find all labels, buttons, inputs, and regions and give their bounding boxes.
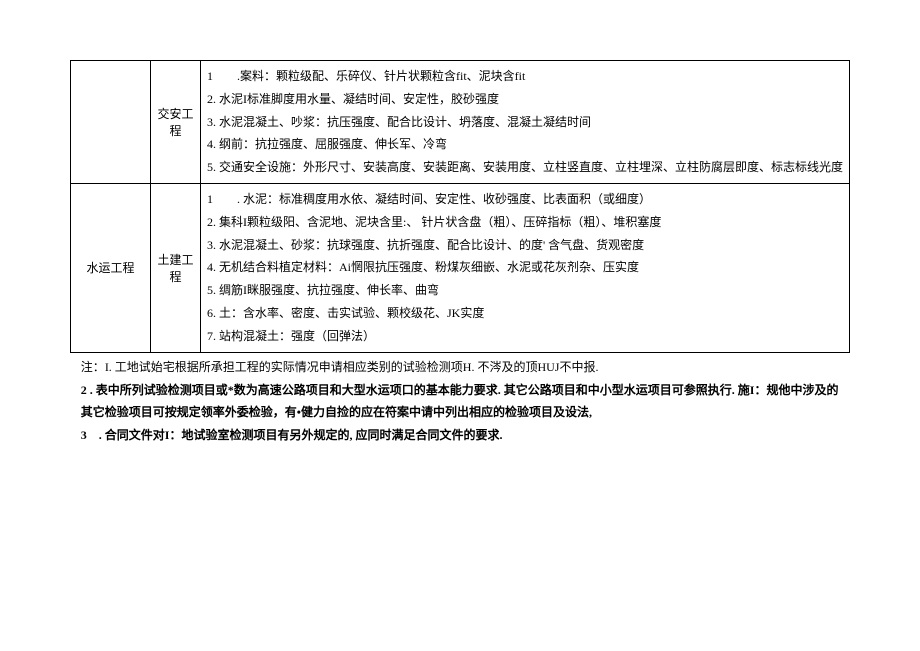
item-line: 1 .案料：颗粒级配、乐碎仪、针片状颗粒含fit、泥块含fit [207, 65, 843, 88]
item-line: 5. 交通安全设施：外形尺寸、安装高度、安装距离、安装用度、立柱竖直度、立柱埋深… [207, 156, 843, 179]
cell-text: 水运工程 [71, 255, 150, 280]
item-line: 7. 站构混凝土：强度（回弹法） [207, 325, 843, 348]
item-line: 3. 水泥混凝土、吵浆：抗压强度、配合比设计、坍落度、混凝土凝结时间 [207, 111, 843, 134]
cell-text: 交安工程 [151, 101, 200, 143]
cell-text [71, 118, 150, 126]
note-text: 3 . 合同文件对I：地试验室检测项目有另外规定的, 应同时满足合同文件的要求. [81, 428, 503, 442]
table-row: 水运工程 土建工程 1 . 水泥：标准稠度用水依、凝结时间、安定性、收砂强度、比… [71, 183, 850, 352]
cell-text: 土建工程 [151, 247, 200, 289]
note-text: 2 . 表中所列试验检测项目或*数为高速公路项目和大型水运项口的基本能力要求. … [81, 383, 839, 419]
document-page: 交安工程 1 .案料：颗粒级配、乐碎仪、针片状颗粒含fit、泥块含fit 2. … [0, 0, 920, 447]
note-3: 3 . 合同文件对I：地试验室检测项目有另外规定的, 应同时满足合同文件的要求. [70, 425, 850, 447]
item-line: 2. 集科I颗粒级阳、含泥地、泥块含里:、 针片状含盘（粗）、压碎指标（粗）、堆… [207, 211, 843, 234]
cell-subcategory-1: 交安工程 [151, 61, 201, 184]
cell-category-1 [71, 61, 151, 184]
item-line: 4. 无机结合料植定材料：Ai惘限抗压强度、粉煤灰细嵌、水泥或花灰剂杂、压实度 [207, 256, 843, 279]
note-1: 注：I. 工地试始宅根据所承担工程的实际情况申请相应类别的试验检测项H. 不涔及… [70, 357, 850, 379]
cell-subcategory-2: 土建工程 [151, 183, 201, 352]
cell-items-1: 1 .案料：颗粒级配、乐碎仪、针片状颗粒含fit、泥块含fit 2. 水泥I标准… [201, 61, 850, 184]
cell-category-2: 水运工程 [71, 183, 151, 352]
notes-block: 注：I. 工地试始宅根据所承担工程的实际情况申请相应类别的试验检测项H. 不涔及… [70, 357, 850, 447]
note-prefix: 注： [81, 360, 105, 374]
item-line: 1 . 水泥：标准稠度用水依、凝结时间、安定性、收砂强度、比表面积（或细度） [207, 188, 843, 211]
note-2: 2 . 表中所列试验检测项目或*数为高速公路项目和大型水运项口的基本能力要求. … [70, 380, 850, 423]
note-text: I. 工地试始宅根据所承担工程的实际情况申请相应类别的试验检测项H. 不涔及的顶… [105, 360, 599, 374]
item-line: 4. 纲前：抗拉强度、屈服强度、伸长军、冷弯 [207, 133, 843, 156]
cell-items-2: 1 . 水泥：标准稠度用水依、凝结时间、安定性、收砂强度、比表面积（或细度） 2… [201, 183, 850, 352]
requirements-table: 交安工程 1 .案料：颗粒级配、乐碎仪、针片状颗粒含fit、泥块含fit 2. … [70, 60, 850, 353]
item-line: 3. 水泥混凝土、砂浆：抗球强度、抗折强度、配合比设计、的度' 含气盘、货观密度 [207, 234, 843, 257]
item-line: 5. 绸筋I眯服强度、抗拉强度、伸长率、曲弯 [207, 279, 843, 302]
table-row: 交安工程 1 .案料：颗粒级配、乐碎仪、针片状颗粒含fit、泥块含fit 2. … [71, 61, 850, 184]
item-line: 2. 水泥I标准脚度用水量、凝结时间、安定性，胶砂强度 [207, 88, 843, 111]
item-line: 6. 土：含水率、密度、击实试验、颗校级花、JK实度 [207, 302, 843, 325]
